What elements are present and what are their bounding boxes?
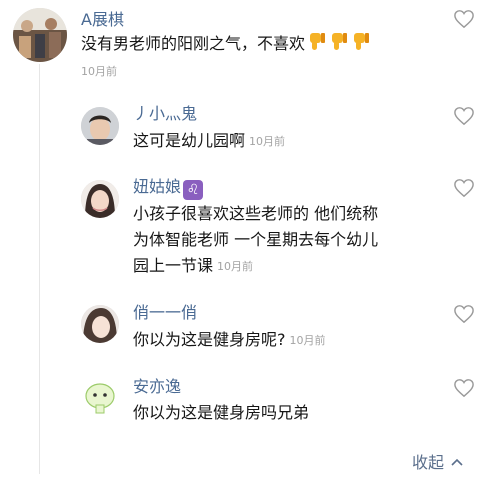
thumbs-down-emoji-icon [307,31,327,53]
timestamp: 10月前 [217,260,254,273]
like-heart-icon[interactable] [453,9,475,29]
reply-text: 这可是幼儿园啊 10月前 [133,128,285,155]
avatar[interactable] [13,8,67,62]
username[interactable]: 俏一一俏 [133,303,197,323]
avatar[interactable] [81,180,119,218]
username[interactable]: 丿小灬鬼 [133,104,197,124]
reply-text-line: 小孩子很喜欢这些老师的 他们统称 [133,204,379,223]
like-heart-icon[interactable] [453,106,475,126]
reply-text-content: 这可是幼儿园啊 [133,131,246,150]
avatar[interactable] [81,305,119,343]
reply-text-last-line: 园上一节课 10月前 [133,253,378,280]
username[interactable]: 安亦逸 [133,377,181,397]
like-heart-icon[interactable] [453,378,475,398]
leo-zodiac-badge-icon: ♌ [183,180,204,200]
avatar[interactable] [81,107,119,145]
thread-line [39,64,40,474]
reply-text-line: 园上一节课 [133,256,214,275]
reply-text-content: 你以为这是健身房吗兄弟 [133,403,310,422]
timestamp: 10月前 [249,135,286,148]
username[interactable]: A展棋 [81,10,124,30]
username-text: 妞姑娘 [133,177,182,196]
reply-text: 你以为这是健身房呢? 10月前 [133,327,326,354]
username[interactable]: 妞姑娘 ♌ [133,177,204,200]
like-heart-icon[interactable] [453,304,475,324]
reply-text: 小孩子很喜欢这些老师的 他们统称 为体智能老师 一个星期去每个幼儿 园上一节课 1… [133,201,378,280]
timestamp: 10月前 [289,334,326,347]
comment-text-content: 没有男老师的阳刚之气，不喜欢 [81,34,306,53]
reply-text-line: 为体智能老师 一个星期去每个幼儿 [133,230,379,249]
collapse-replies-button[interactable]: 收起 [412,449,464,473]
comment-text: 没有男老师的阳刚之气，不喜欢 [81,31,371,57]
thumbs-down-emoji-icon [329,31,349,53]
reply-text-content: 你以为这是健身房呢? [133,330,286,349]
thumbs-down-emoji-icon [351,31,371,53]
collapse-label: 收起 [412,453,445,472]
timestamp: 10月前 [81,65,117,78]
reply-text: 你以为这是健身房吗兄弟 [133,400,309,426]
avatar[interactable] [81,379,119,417]
like-heart-icon[interactable] [453,178,475,198]
chevron-up-icon [450,452,464,471]
